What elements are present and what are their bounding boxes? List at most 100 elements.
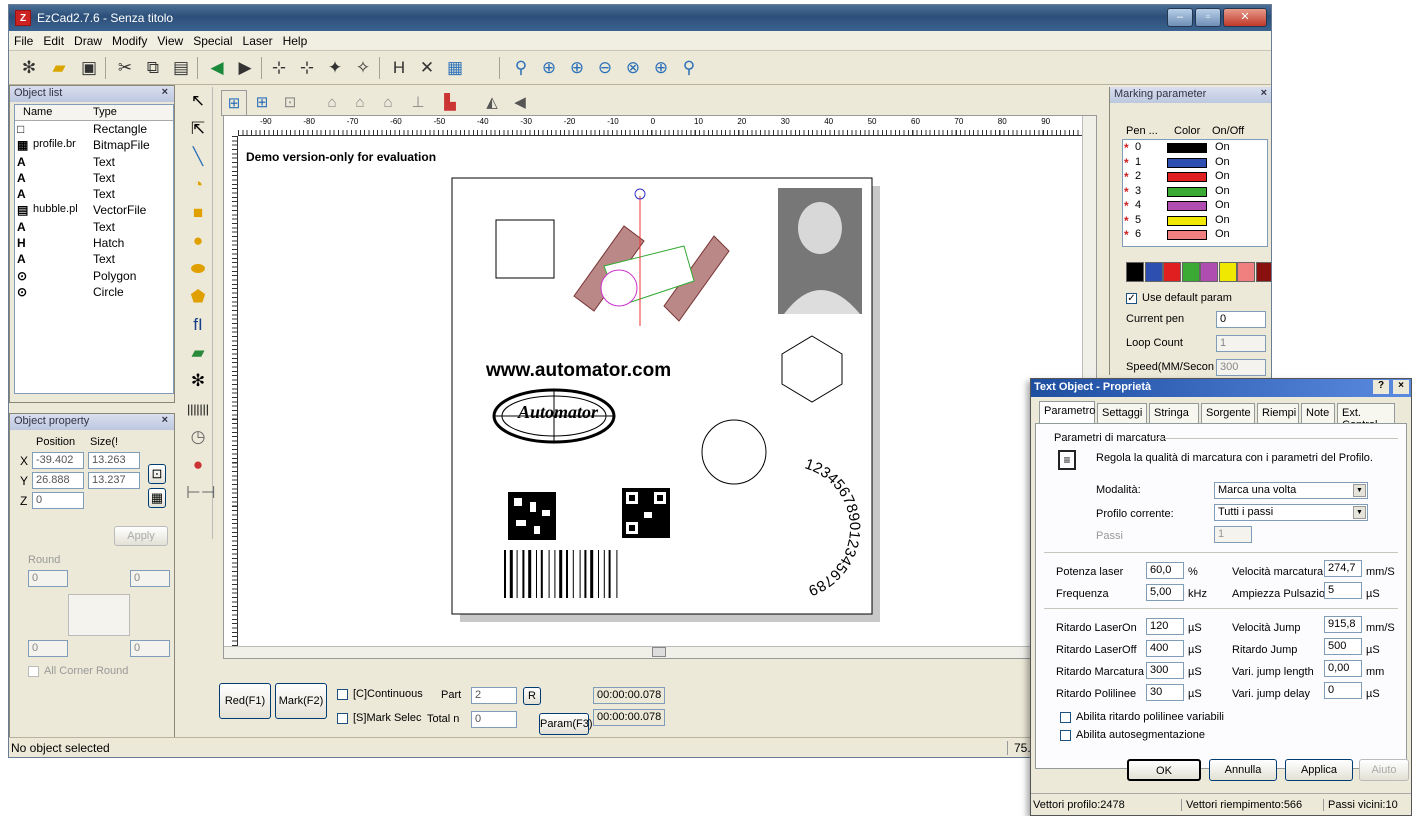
mirror-horizontal-icon[interactable]: ◭	[479, 90, 505, 116]
menu-laser[interactable]: Laser	[238, 31, 278, 48]
menu-file[interactable]: File	[9, 31, 38, 48]
pen-row[interactable]: * 5 On	[1123, 214, 1263, 228]
pen-table[interactable]: * 0 On * 1 On * 2 On * 3 On * 4 On * 5 On * 6 On	[1122, 139, 1268, 247]
zoom-all-icon[interactable]: ⊗	[621, 56, 645, 80]
tab-riempi[interactable]: Riempi	[1257, 403, 1299, 423]
zoom-in-icon[interactable]: ⊕	[537, 56, 561, 80]
select-all-icon[interactable]: ⊞	[221, 90, 247, 116]
modalita-select[interactable]: Marca una volta ▼	[1214, 482, 1368, 499]
col-onoff-header[interactable]: On/Off	[1212, 125, 1244, 137]
list-item[interactable]: ▤ hubble.pl VectorFile	[15, 202, 173, 218]
vector-file-icon[interactable]: ✻	[186, 369, 210, 393]
node-select-icon[interactable]: ⊹	[295, 56, 319, 80]
part-field[interactable]: 2	[471, 687, 517, 704]
menu-edit[interactable]: Edit	[38, 31, 69, 48]
use-default-checkbox[interactable]: ✓	[1126, 293, 1137, 304]
cut-icon[interactable]: ✂	[113, 56, 137, 80]
node-arrow-icon[interactable]: ⇱	[186, 117, 210, 141]
loop-count-field[interactable]: 1	[1216, 335, 1266, 352]
close-icon[interactable]: ×	[162, 414, 168, 426]
list-item[interactable]: A Text	[15, 251, 173, 267]
bitmap-tool-icon[interactable]: ▰	[186, 341, 210, 365]
tab-note[interactable]: Note	[1301, 403, 1335, 423]
continuous-checkbox[interactable]	[337, 689, 348, 700]
close-button[interactable]: ✕	[1223, 8, 1267, 27]
ellipse-tool-icon[interactable]: ⬬	[186, 257, 210, 281]
aiuto-button[interactable]: Aiuto	[1359, 759, 1409, 781]
z-position-field[interactable]: 0	[32, 492, 84, 509]
passi-field[interactable]: 1	[1214, 526, 1252, 543]
polygon-tool-icon[interactable]: ⬟	[186, 285, 210, 309]
drawing-canvas[interactable]: -90 -80 -70 -60 -50 -40 -30 -20 -10 0 10 20 30 40 50 60…	[223, 115, 1097, 659]
node-add-icon[interactable]: ✦	[323, 56, 347, 80]
list-item[interactable]: A Text	[15, 154, 173, 170]
align-icon[interactable]: ⊥	[405, 90, 431, 116]
reset-button[interactable]: R	[523, 687, 541, 705]
mark-button[interactable]: Mark(F2)	[275, 683, 327, 719]
pen-row[interactable]: * 4 On	[1123, 199, 1263, 213]
tab-sorgente[interactable]: Sorgente	[1201, 403, 1255, 423]
palette-color[interactable]	[1126, 262, 1144, 282]
col-pen-header[interactable]: Pen ...	[1126, 125, 1158, 137]
new-file-icon[interactable]: ✻	[17, 56, 41, 80]
minimize-button[interactable]: –	[1167, 8, 1193, 27]
node-delete-icon[interactable]: ✧	[351, 56, 375, 80]
paste-icon[interactable]: ▤	[169, 56, 193, 80]
unlock-icon[interactable]: ⌂	[347, 90, 373, 116]
velocita-jump-field[interactable]: 915,8	[1324, 616, 1362, 633]
param-button[interactable]: Param(F3)	[539, 713, 593, 735]
col-name-header[interactable]: Name	[23, 106, 52, 118]
palette-color[interactable]	[1181, 262, 1200, 282]
lock-ratio-icon[interactable]: ⊡	[148, 464, 166, 484]
pen-row[interactable]: * 0 On	[1123, 141, 1263, 155]
round-top-left-field[interactable]: 0	[28, 570, 68, 587]
polilinee-variabili-checkbox[interactable]	[1060, 712, 1071, 723]
forward-icon[interactable]: ▶	[233, 56, 257, 80]
tools-icon[interactable]: ✕	[415, 56, 439, 80]
list-item[interactable]: □ Rectangle	[15, 121, 173, 137]
list-item[interactable]: ⊙ Circle	[15, 284, 173, 300]
palette-color[interactable]	[1218, 262, 1237, 282]
tab-parametro[interactable]: Parametro	[1039, 401, 1095, 424]
jump-delay-field[interactable]: 0	[1324, 682, 1362, 699]
list-item[interactable]: ▦ profile.br BitmapFile	[15, 137, 173, 153]
save-icon[interactable]: ▣	[77, 56, 101, 80]
io-tool-icon[interactable]: ●	[186, 453, 210, 477]
menu-modify[interactable]: Modify	[107, 31, 152, 48]
applica-button[interactable]: Applica	[1285, 759, 1353, 781]
list-item[interactable]: ⊙ Polygon	[15, 268, 173, 284]
zoom-icon[interactable]: ⚲	[509, 56, 533, 80]
zoom-selected-icon[interactable]: ⊕	[649, 56, 673, 80]
potenza-field[interactable]: 60,0	[1146, 562, 1184, 579]
menu-help[interactable]: Help	[278, 31, 313, 48]
mirror-vertical-icon[interactable]: ◀	[507, 90, 533, 116]
circle-tool-icon[interactable]: ●	[186, 229, 210, 253]
pen-row[interactable]: * 6 On	[1123, 228, 1263, 242]
menu-draw[interactable]: Draw	[69, 31, 107, 48]
anchor-grid-icon[interactable]: ▦	[148, 488, 166, 508]
round-top-right-field[interactable]: 0	[130, 570, 170, 587]
barcode-tool-icon[interactable]: |||||||	[186, 397, 210, 421]
autosegmentazione-checkbox[interactable]	[1060, 730, 1071, 741]
apply-button[interactable]: Apply	[114, 526, 168, 546]
properties-icon[interactable]: ▦	[443, 56, 467, 80]
open-folder-icon[interactable]: ▰	[47, 56, 71, 80]
select-arrow-icon[interactable]: ↖	[186, 89, 210, 113]
y-position-field[interactable]: 26.888	[32, 472, 84, 489]
zoom-out-icon[interactable]: ⊖	[593, 56, 617, 80]
close-icon[interactable]: ×	[162, 86, 168, 98]
help-button[interactable]: ?	[1373, 380, 1389, 394]
all-corner-checkbox[interactable]	[28, 666, 39, 677]
rectangle-tool-icon[interactable]: ■	[186, 201, 210, 225]
frequenza-field[interactable]: 5,00	[1146, 584, 1184, 601]
polilinee-field[interactable]: 30	[1146, 684, 1184, 701]
list-item[interactable]: H Hatch	[15, 235, 173, 251]
x-position-field[interactable]: -39.402	[32, 452, 84, 469]
maximize-button[interactable]: ▫	[1195, 8, 1221, 27]
x-size-field[interactable]: 13.263	[88, 452, 140, 469]
laseroff-field[interactable]: 400	[1146, 640, 1184, 657]
menu-view[interactable]: View	[152, 31, 188, 48]
horizontal-scrollbar[interactable]	[224, 646, 1082, 658]
output-tool-icon[interactable]: ⊢⊣	[186, 481, 216, 505]
pen-row[interactable]: * 1 On	[1123, 156, 1263, 170]
